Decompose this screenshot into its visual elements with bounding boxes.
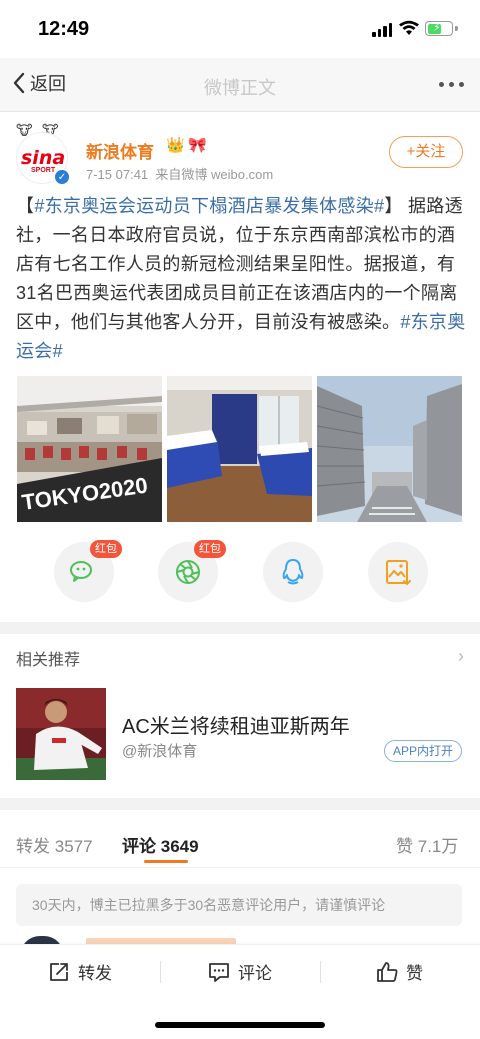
post-image-cafeteria[interactable]: TOKYO2020: [17, 376, 162, 522]
verified-badge-icon: ✓: [54, 169, 70, 185]
bar-divider: [160, 961, 161, 983]
status-bar: 12:49 ⚡: [0, 0, 480, 58]
comment-button[interactable]: 评论: [208, 959, 272, 984]
related-card-source: @新浪体育: [122, 743, 198, 760]
avatar[interactable]: 🐮 🐮 sina SPORT ✓: [16, 122, 72, 185]
comment-icon: [209, 962, 229, 982]
cellular-signal-icon: [372, 23, 392, 37]
more-options-button[interactable]: [439, 82, 464, 87]
share-qq-button[interactable]: [263, 542, 323, 602]
open-in-app-button[interactable]: APP内打开: [383, 740, 462, 762]
clock: 12:49: [38, 18, 90, 40]
tab-likes[interactable]: 赞 7.1万: [396, 832, 458, 857]
hashtag-link[interactable]: #东京奥运会运动员下榻酒店暴发集体感染#: [34, 196, 384, 216]
section-divider: [0, 798, 480, 810]
qq-icon: [282, 559, 304, 585]
post-source: 来自微博 weibo.com: [155, 167, 274, 182]
like-button[interactable]: 赞: [376, 959, 423, 984]
bracket-close: 】: [384, 196, 403, 216]
follow-button[interactable]: +关注: [389, 136, 463, 168]
related-card[interactable]: AC米兰将续租迪亚斯两年 @新浪体育 APP内打开: [16, 688, 464, 780]
bar-divider: [320, 961, 321, 983]
share-row: 红包 红包: [0, 540, 480, 602]
battery-icon: ⚡: [425, 21, 453, 36]
tab-comments[interactable]: 评论 3649: [122, 832, 199, 857]
related-section-title: 相关推荐: [16, 652, 81, 669]
post-body: 【#东京奥运会运动员下榻酒店暴发集体感染#】 据路透社，一名日本政府官员说，位于…: [16, 192, 468, 366]
comment-notice: 30天内，博主已拉黑多于30名恶意评论用户，请谨慎评论: [16, 884, 462, 926]
save-image-button[interactable]: [368, 542, 428, 602]
page-title: 微博正文: [204, 78, 276, 98]
home-indicator[interactable]: [155, 1022, 325, 1028]
repost-button[interactable]: 转发: [48, 959, 112, 984]
battery-tip: [455, 26, 458, 31]
related-card-thumbnail: [16, 688, 106, 780]
author-name[interactable]: 新浪体育: [86, 138, 154, 163]
image-grid: TOKYO2020: [17, 376, 463, 522]
post-header: 🐮 🐮 sina SPORT ✓ 新浪体育 👑 🎀 7-15 07:41 来自微…: [0, 120, 480, 190]
tab-repost[interactable]: 转发 3577: [16, 832, 93, 857]
post-time: 7-15 07:41: [86, 167, 149, 182]
moments-icon: [176, 560, 200, 584]
related-card-title: AC米兰将续租迪亚斯两年: [122, 716, 350, 738]
save-image-icon: [386, 560, 411, 586]
chevron-right-icon[interactable]: ›: [458, 646, 464, 667]
vip-crown-icon[interactable]: 👑: [166, 136, 185, 154]
post-body-text: 据路透社，一名日本政府官员说，位于东京西南部滨松市的酒店有七名工作人员的新冠检测…: [16, 196, 463, 332]
post-meta: 7-15 07:41 来自微博 weibo.com: [86, 164, 273, 183]
interaction-tabs: 转发 3577 评论 3649 赞 7.1万: [0, 820, 480, 868]
active-tab-indicator: [144, 860, 188, 863]
post-image-bedroom[interactable]: [167, 376, 312, 522]
hongbao-badge: 红包: [90, 540, 122, 558]
post-image-village[interactable]: [317, 376, 462, 522]
thumbs-up-icon: [377, 961, 398, 982]
wifi-icon: [399, 20, 419, 35]
hongbao-badge: 红包: [194, 540, 226, 558]
nav-bar: 返回 微博正文: [0, 58, 480, 112]
bracket-open: 【: [16, 196, 35, 216]
wechat-icon: [70, 561, 92, 582]
repost-icon: [50, 962, 68, 981]
fan-badge-icon[interactable]: 🎀: [188, 136, 207, 154]
section-divider: [0, 622, 480, 634]
